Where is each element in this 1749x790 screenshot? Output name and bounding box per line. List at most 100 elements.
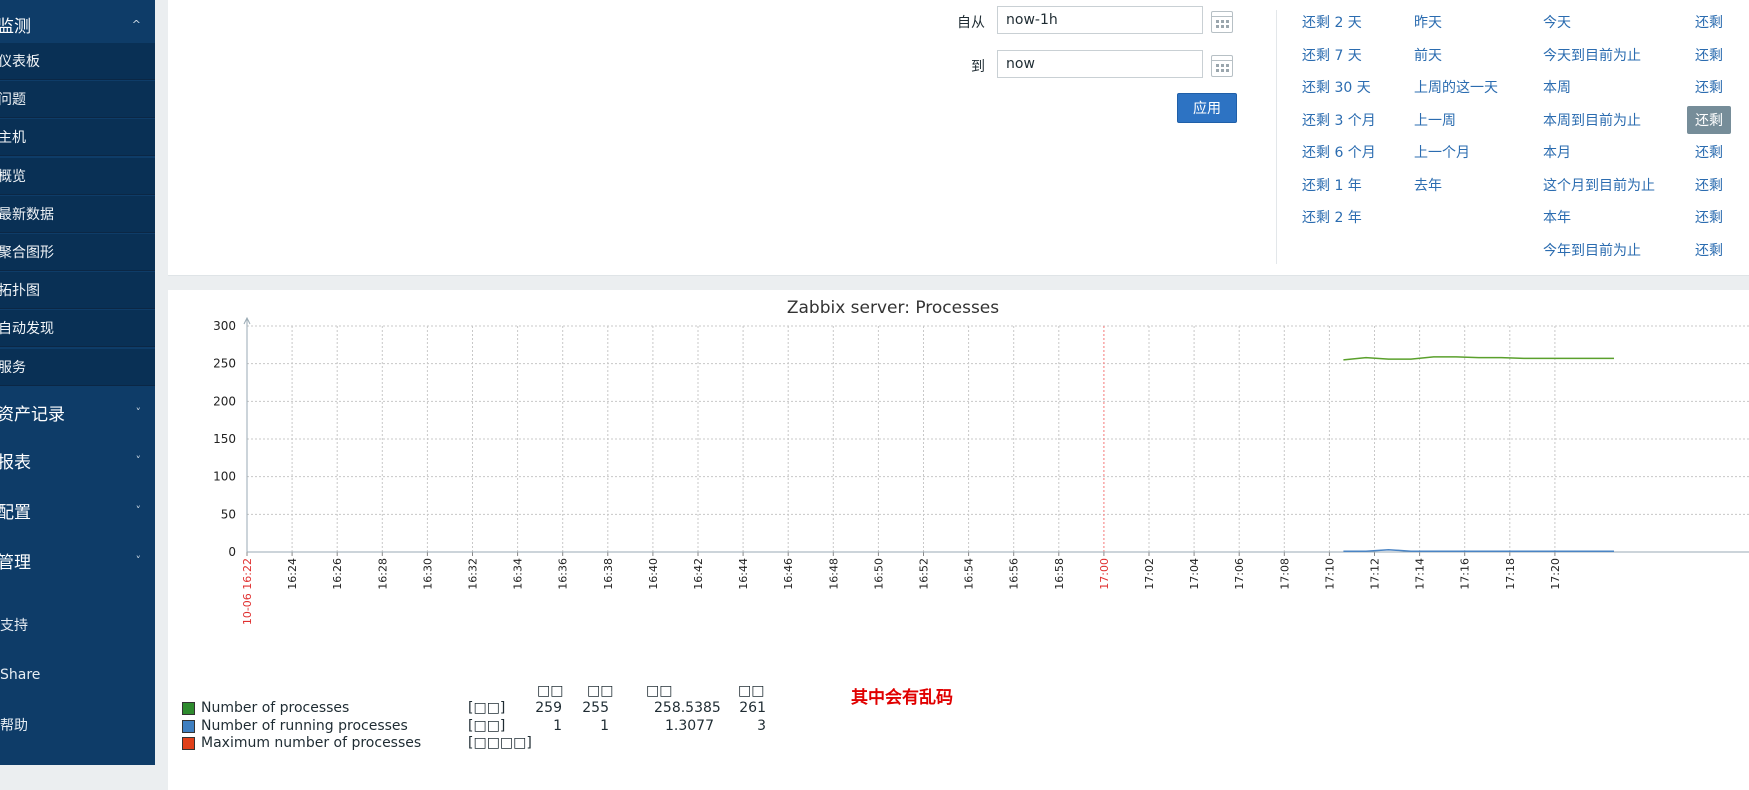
legend-item-unit: [□□□□] bbox=[468, 735, 532, 751]
x-tick-label: 16:32 bbox=[467, 558, 480, 590]
quick-range-link[interactable]: 还剩 bbox=[1695, 175, 1723, 195]
sidebar-item-overview[interactable]: 概览 bbox=[0, 157, 155, 195]
x-tick-label: 16:26 bbox=[331, 558, 344, 590]
sidebar-item-services[interactable]: 服务 bbox=[0, 348, 155, 386]
nav-section-administration[interactable]: 管理 ˅ bbox=[0, 536, 155, 584]
legend-item-name: Maximum number of processes bbox=[201, 735, 422, 751]
sidebar-item-label: 仪表板 bbox=[0, 54, 40, 70]
quick-range-link[interactable]: 还剩 7 天 bbox=[1302, 45, 1362, 65]
nav-section-reports[interactable]: 报表 ˅ bbox=[0, 436, 155, 484]
calendar-icon[interactable] bbox=[1211, 55, 1233, 77]
quick-range-link[interactable]: 还剩 bbox=[1695, 77, 1723, 97]
quick-range-link[interactable]: 今天到目前为止 bbox=[1543, 45, 1641, 65]
series-line bbox=[1343, 356, 1614, 361]
x-tick-label: 16:36 bbox=[557, 558, 570, 590]
sidebar-item-label: 聚合图形 bbox=[0, 245, 54, 261]
calendar-icon[interactable] bbox=[1211, 11, 1233, 33]
y-tick-label: 200 bbox=[213, 394, 236, 408]
quick-range-link[interactable]: 上一周 bbox=[1414, 110, 1456, 130]
y-tick-label: 250 bbox=[213, 357, 236, 371]
nav-section-monitoring[interactable]: 监测 ^ bbox=[0, 0, 155, 48]
x-tick-label: 16:50 bbox=[872, 558, 885, 590]
processes-chart: 0 50 100 150 200 250 300 10-06 16:22 16:24 16:26 1… bbox=[213, 298, 1749, 625]
x-tick-label: 16:42 bbox=[692, 558, 705, 590]
legend-column-header: □□ bbox=[738, 683, 765, 699]
sidebar-item-label: 服务 bbox=[0, 359, 26, 376]
quick-range-link[interactable]: 还剩 bbox=[1695, 207, 1723, 227]
sidebar-item-hosts[interactable]: 主机 bbox=[0, 119, 155, 157]
x-tick-label: 16:40 bbox=[647, 558, 660, 590]
quick-range-link[interactable]: 还剩 bbox=[1687, 105, 1731, 134]
legend-item-name: Number of processes bbox=[201, 700, 350, 716]
x-tick-label: 17:14 bbox=[1414, 558, 1427, 590]
quick-range-link[interactable]: 还剩 bbox=[1695, 240, 1723, 260]
quick-range-link[interactable]: 本周 bbox=[1543, 77, 1571, 97]
x-tick-label: 17:02 bbox=[1143, 558, 1156, 590]
from-label: 自从 bbox=[957, 15, 985, 31]
quick-range-link[interactable]: 本周到目前为止 bbox=[1543, 110, 1641, 130]
nav-section-inventory[interactable]: 资产记录 ˅ bbox=[0, 388, 155, 436]
to-input[interactable] bbox=[997, 50, 1203, 78]
x-tick-label: 17:04 bbox=[1188, 558, 1201, 590]
x-tick-label: 17:08 bbox=[1278, 558, 1291, 590]
from-input[interactable] bbox=[997, 6, 1203, 34]
quick-range-link[interactable]: 这个月到目前为止 bbox=[1543, 175, 1655, 195]
quick-range-link[interactable]: 前天 bbox=[1414, 45, 1442, 65]
sidebar-item-problems[interactable]: 问题 bbox=[0, 81, 155, 119]
graph-panel: 0 50 100 150 200 250 300 10-06 16:22 16:24 16:26 1… bbox=[168, 290, 1749, 790]
y-tick-label: 50 bbox=[221, 507, 236, 521]
y-tick-label: 150 bbox=[213, 432, 236, 446]
sidebar-item-screens[interactable]: 聚合图形 bbox=[0, 234, 155, 271]
x-tick-label: 10-06 16:22 bbox=[241, 558, 254, 625]
x-tick-label: 17:00 bbox=[1098, 558, 1111, 590]
quick-range-link[interactable]: 上一个月 bbox=[1414, 142, 1470, 162]
legend-value: 1.3077 bbox=[665, 717, 714, 734]
sidebar-item-latest-data[interactable]: 最新数据 bbox=[0, 195, 155, 233]
nav-section-label: 监测 bbox=[0, 16, 31, 37]
chevron-down-icon: ˅ bbox=[135, 405, 142, 419]
encoding-note: 其中会有乱码 bbox=[851, 688, 953, 708]
x-tick-label: 17:16 bbox=[1459, 558, 1472, 590]
sidebar-item-dashboard[interactable]: 仪表板 bbox=[0, 43, 155, 80]
series-line bbox=[1343, 548, 1614, 552]
quick-range-link[interactable]: 本年 bbox=[1543, 207, 1571, 227]
y-tick-label: 300 bbox=[213, 319, 236, 333]
quick-range-link[interactable]: 还剩 2 年 bbox=[1302, 207, 1362, 227]
legend-item-name: Number of running processes bbox=[201, 717, 408, 734]
quick-range-link[interactable]: 还剩 3 个月 bbox=[1302, 110, 1376, 130]
quick-range-link[interactable]: 还剩 bbox=[1695, 12, 1723, 32]
quick-range-link[interactable]: 还剩 bbox=[1695, 142, 1723, 162]
quick-range-link[interactable]: 去年 bbox=[1414, 175, 1442, 195]
chevron-down-icon: ˅ bbox=[135, 503, 142, 517]
quick-range-link[interactable]: 昨天 bbox=[1414, 12, 1442, 32]
quick-range-link[interactable]: 还剩 2 天 bbox=[1302, 12, 1362, 32]
sidebar-item-label: 最新数据 bbox=[0, 206, 54, 223]
nav-section-configuration[interactable]: 配置 ˅ bbox=[0, 486, 155, 534]
sidebar-item-label: 概览 bbox=[0, 168, 26, 185]
nav-share[interactable]: Share bbox=[0, 655, 155, 695]
legend-item-unit: [□□] bbox=[468, 717, 506, 734]
x-tick-label: 16:38 bbox=[602, 558, 615, 590]
quick-range-link[interactable]: 今年到目前为止 bbox=[1543, 240, 1641, 260]
nav-support-label: 支持 bbox=[0, 618, 28, 634]
chevron-down-icon: ˅ bbox=[135, 453, 142, 467]
x-tick-label: 16:44 bbox=[737, 558, 750, 590]
quick-range-link[interactable]: 今天 bbox=[1543, 12, 1571, 32]
quick-range-link[interactable]: 还剩 30 天 bbox=[1302, 77, 1371, 97]
quick-range-link[interactable]: 还剩 6 个月 bbox=[1302, 142, 1376, 162]
nav-help-label: 帮助 bbox=[0, 718, 28, 734]
quick-range-link[interactable]: 上周的这一天 bbox=[1414, 77, 1498, 97]
quick-range-link[interactable]: 还剩 1 年 bbox=[1302, 175, 1362, 195]
quick-range-link[interactable]: 还剩 bbox=[1695, 45, 1723, 65]
x-tick-label: 16:30 bbox=[421, 558, 434, 590]
nav-support[interactable]: 支持 bbox=[0, 605, 155, 645]
nav-help[interactable]: 帮助 bbox=[0, 705, 155, 745]
legend-swatch bbox=[182, 719, 195, 733]
sidebar-item-discovery[interactable]: 自动发现 bbox=[0, 310, 155, 348]
apply-button[interactable]: 应用 bbox=[1177, 93, 1237, 123]
sidebar-item-maps[interactable]: 拓扑图 bbox=[0, 272, 155, 310]
y-tick-label: 100 bbox=[213, 470, 236, 484]
x-tick-label: 16:58 bbox=[1053, 558, 1066, 590]
legend-swatch bbox=[182, 737, 195, 750]
quick-range-link[interactable]: 本月 bbox=[1543, 142, 1571, 162]
